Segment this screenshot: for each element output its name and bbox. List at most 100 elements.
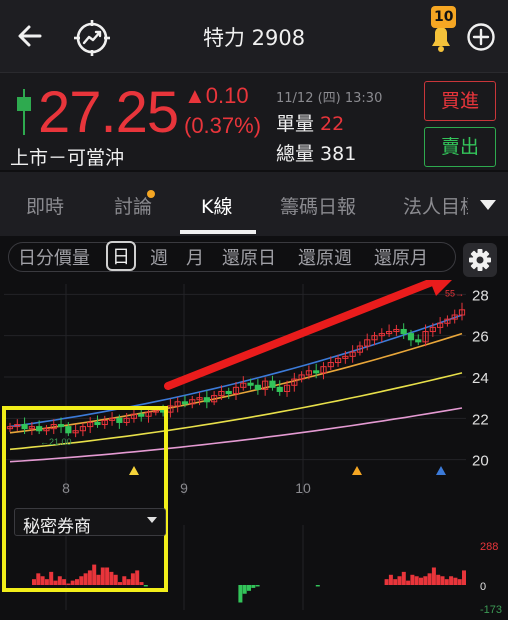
candle-body (400, 328, 407, 335)
volume-bar (113, 574, 118, 585)
tab-chip-daily[interactable]: 籌碼日報 (280, 192, 356, 219)
candle-icon (17, 89, 31, 135)
volume-bar (87, 570, 92, 585)
volume-bar (44, 579, 49, 585)
volume-bar (436, 574, 441, 585)
volume-bar (444, 579, 449, 585)
period-selector: 日分價量 日 週 月 還原日 還原週 還原月 (0, 238, 508, 280)
red-arrow-shaft (164, 278, 436, 390)
volume-bar (36, 573, 41, 585)
volume-axis-label: 288 (480, 541, 498, 553)
candle-body (181, 401, 189, 405)
unit-volume-value: 22 (320, 113, 345, 135)
candle-body (254, 384, 261, 390)
candle-body (269, 380, 276, 388)
candle-body (247, 382, 254, 386)
y-tick-label: 24 (472, 370, 489, 387)
total-volume-value: 381 (320, 143, 357, 165)
high-price-annotation: 55→ (445, 288, 464, 298)
quote-timestamp: 11/12 (四) 13:30 (276, 91, 383, 106)
unit-volume-label: 單量 (276, 113, 315, 135)
volume-bar (251, 585, 256, 588)
period-month[interactable]: 月 (186, 244, 204, 270)
volume-bar (66, 583, 71, 585)
signal-marker-icon (352, 466, 362, 475)
volume-bar (393, 579, 398, 585)
tab-kline[interactable]: K線 (201, 192, 232, 219)
add-circle-icon[interactable] (466, 22, 496, 52)
app-bar: 特力 2908 10 (0, 0, 508, 72)
volume-bar (247, 585, 251, 591)
volume-bar (79, 576, 84, 585)
market-label: 上市－可當沖 (10, 147, 125, 169)
period-week[interactable]: 週 (150, 244, 168, 270)
volume-bar (109, 571, 114, 585)
kline-chart[interactable]: 28 26 24 22 20 8 9 10 ←21.00 55→ 288 0 -173 秘密券商 (0, 266, 508, 620)
period-day[interactable]: 日 (106, 241, 136, 271)
volume-bar (431, 567, 436, 585)
unit-volume-row: 單量 22 (276, 109, 344, 136)
period-adjusted-week[interactable]: 還原週 (298, 244, 352, 270)
highlight-box (2, 406, 168, 592)
volume-bar (130, 573, 135, 585)
signal-marker-icon (436, 466, 446, 475)
x-tick-label: 9 (180, 480, 188, 496)
volume-bar (401, 571, 406, 585)
volume-bar (453, 577, 458, 585)
tab-realtime[interactable]: 即時 (26, 192, 64, 219)
gear-icon (469, 249, 491, 271)
volume-bar (100, 567, 105, 585)
volume-bar (105, 567, 110, 585)
broker-indicator-select[interactable]: 秘密券商 (14, 508, 166, 537)
volume-bar (414, 576, 419, 585)
sell-button[interactable]: 賣出 (424, 127, 496, 167)
candle-body (65, 426, 72, 434)
volume-bar (406, 580, 411, 585)
x-tick-label: 10 (295, 480, 311, 496)
y-tick-label: 26 (472, 329, 489, 346)
y-tick-label: 22 (472, 411, 489, 428)
volume-bar (440, 576, 445, 585)
candle-body (276, 386, 283, 392)
candle-body (36, 426, 43, 432)
quote-panel: 27.25 ▲0.10 (0.37%) 上市－可當沖 11/12 (四) 13:… (0, 72, 508, 170)
volume-bar (49, 571, 54, 585)
buy-button[interactable]: 買進 (424, 81, 496, 121)
volume-bar (423, 576, 428, 585)
candle-body (21, 424, 28, 430)
tab-more-button[interactable] (468, 172, 508, 236)
volume-bar (384, 579, 389, 585)
period-adjusted-month[interactable]: 還原月 (374, 244, 428, 270)
volume-bar (75, 579, 79, 585)
caret-down-icon (480, 200, 496, 210)
volume-bar (427, 573, 432, 585)
volume-bar (462, 570, 466, 585)
volume-bar (126, 579, 131, 585)
active-tab-underline (180, 230, 256, 234)
volume-bar (92, 564, 97, 585)
price-change: ▲0.10 (184, 83, 249, 108)
total-volume-row: 總量 381 (276, 139, 356, 166)
y-tick-label: 20 (472, 453, 489, 470)
period-intraday-volume[interactable]: 日分價量 (18, 244, 90, 270)
candle-body (57, 424, 65, 428)
tab-discussion[interactable]: 討論 (114, 192, 152, 219)
volume-bar (449, 576, 454, 585)
volume-bar (96, 574, 101, 585)
volume-bar (62, 579, 67, 585)
kline-chart-canvas: 28 26 24 22 20 8 9 10 ←21.00 55→ 288 0 -173 (2, 266, 502, 616)
total-volume-label: 總量 (276, 143, 315, 165)
volume-bar (143, 585, 148, 587)
chart-settings-button[interactable] (463, 243, 497, 277)
volume-bar (135, 570, 140, 585)
dropdown-caret-icon (147, 517, 157, 523)
volume-bar (53, 580, 58, 585)
new-dot-indicator (147, 190, 155, 198)
x-tick-label: 8 (62, 480, 70, 496)
volume-bar (83, 573, 88, 585)
period-adjusted-day[interactable]: 還原日 (222, 244, 276, 270)
volume-bar (122, 576, 127, 585)
candle-body (94, 421, 101, 426)
volume-axis-label: -173 (480, 604, 502, 616)
volume-bar (40, 576, 45, 585)
